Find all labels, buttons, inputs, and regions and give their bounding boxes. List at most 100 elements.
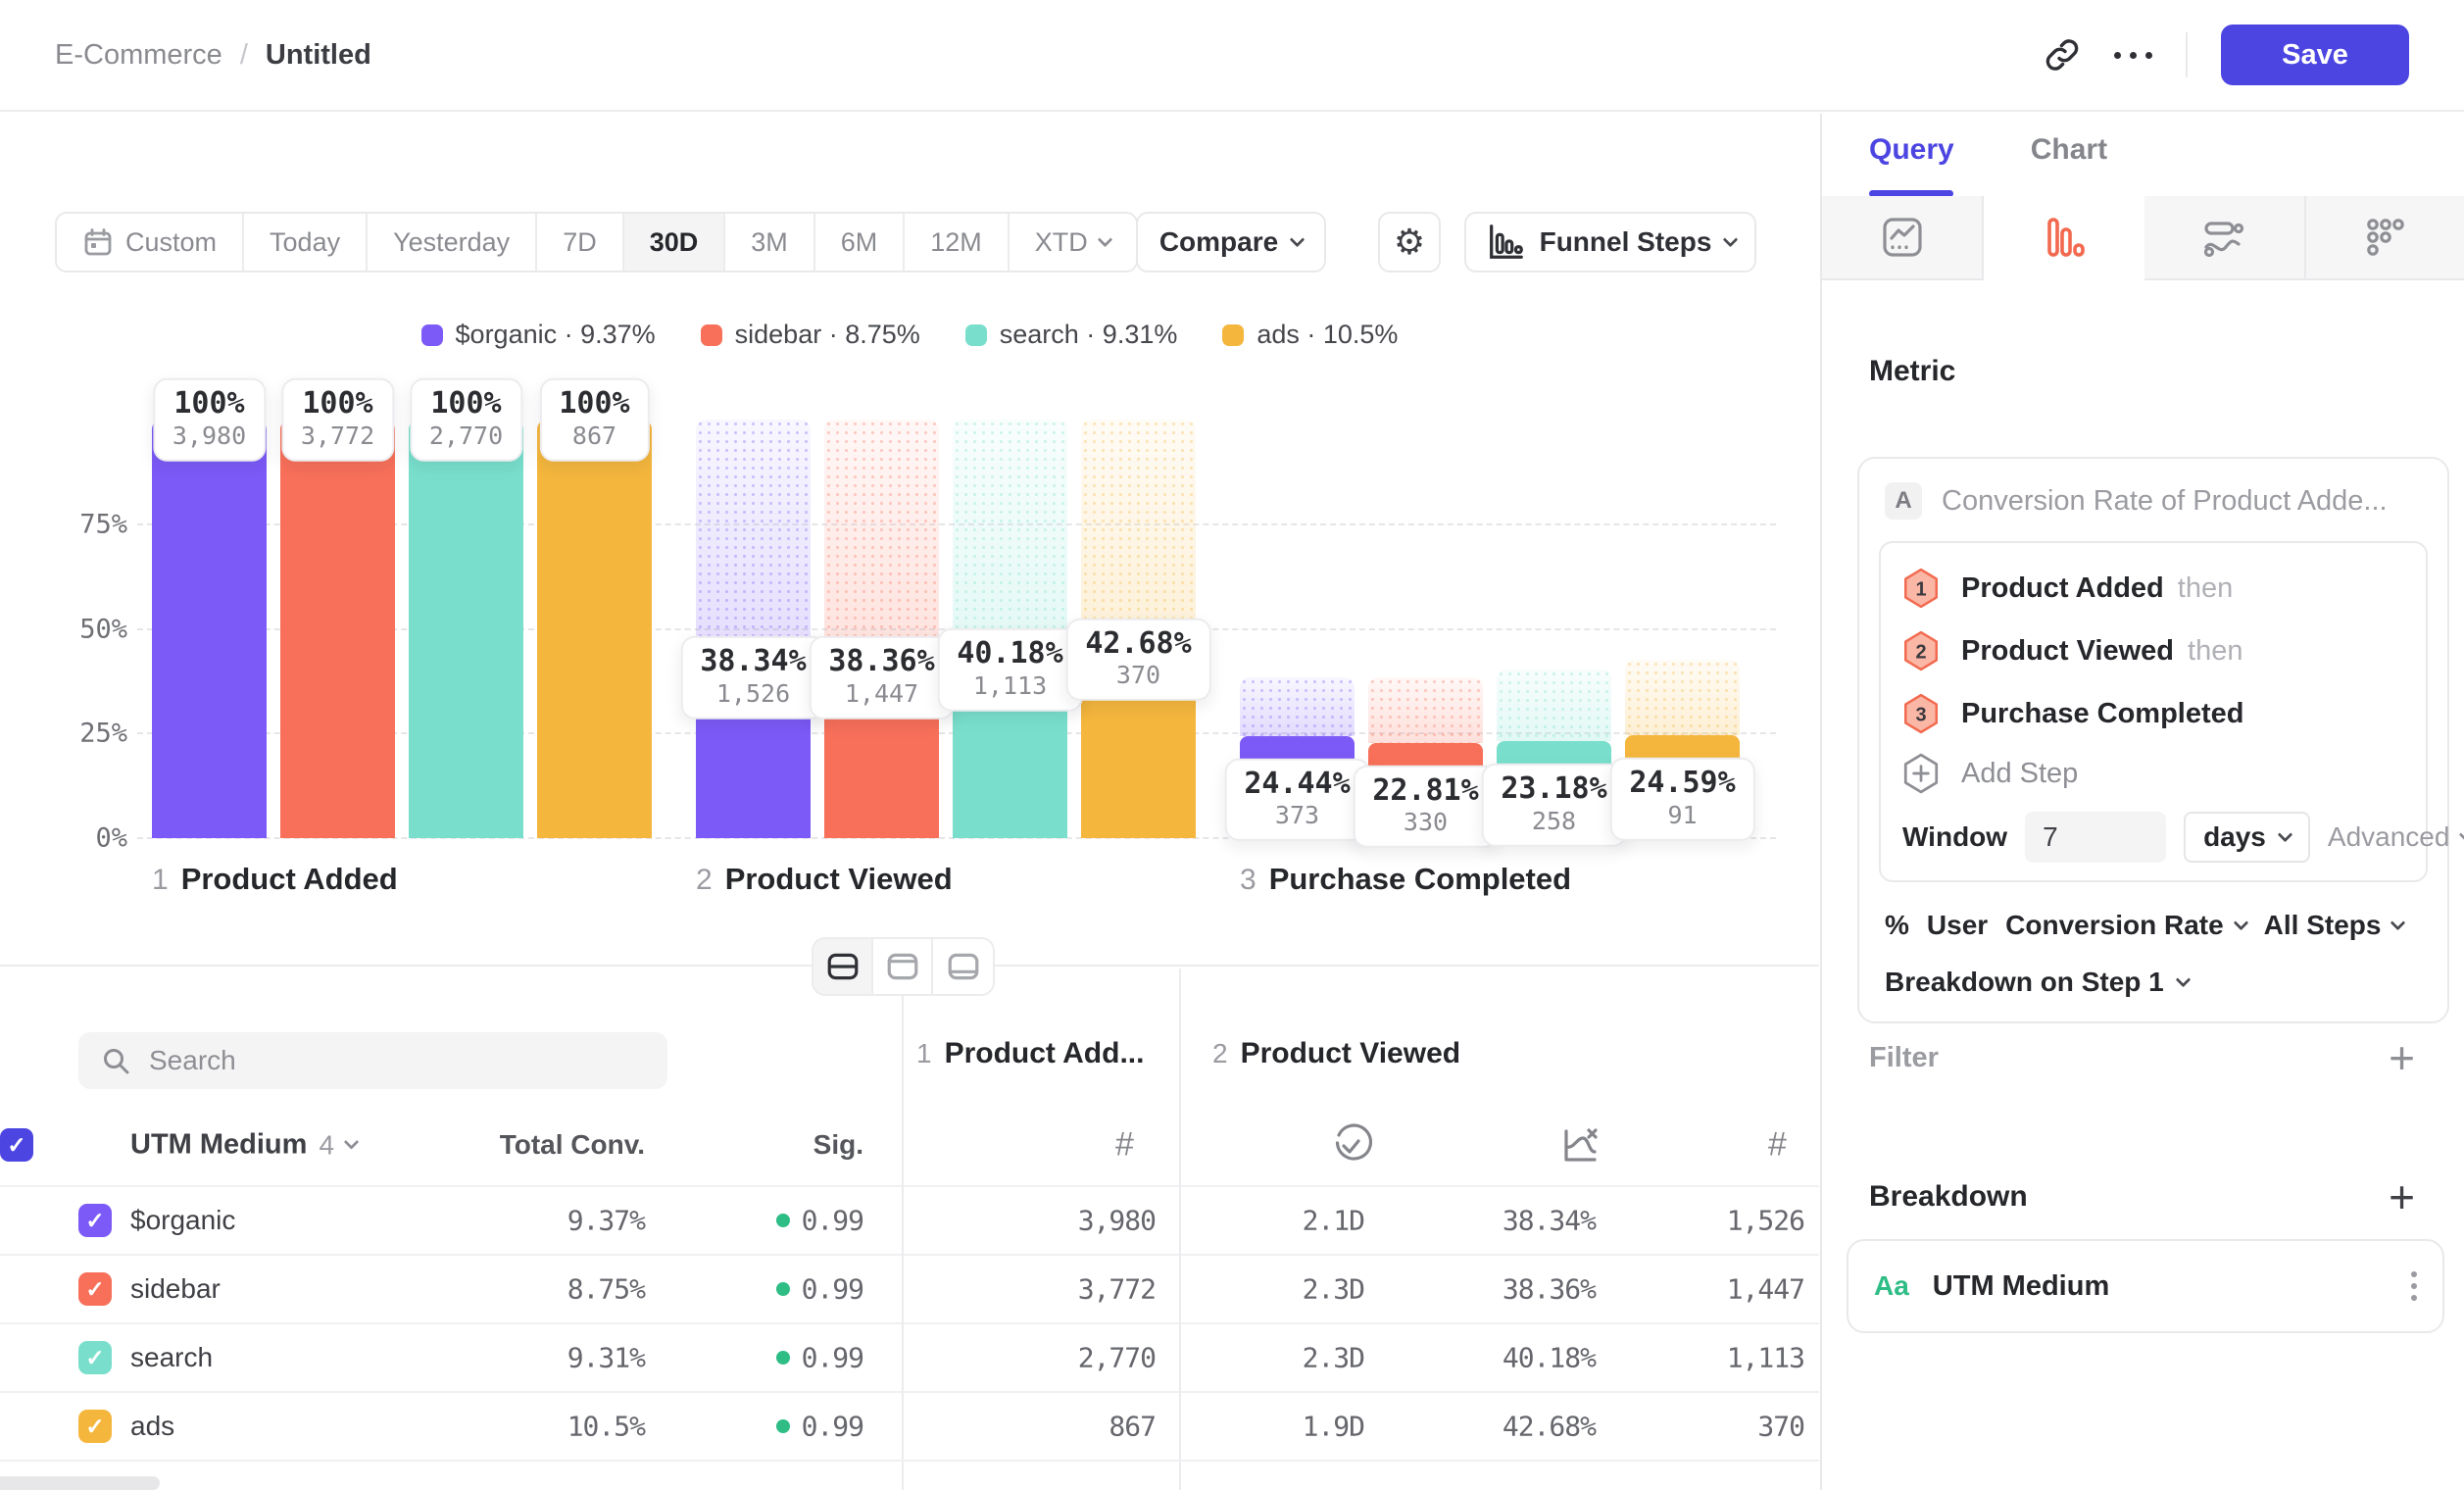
table-row[interactable]: ✓ $organic 9.37% 0.99 3,980 2.1D 38.34% … [0, 1185, 1819, 1254]
range-12m[interactable]: 12M [905, 214, 1010, 271]
conversion-window-row: Window days Advanced [1902, 812, 2404, 863]
kebab-menu-icon[interactable] [2411, 1271, 2417, 1301]
add-step-button[interactable]: Add Step [1902, 745, 2404, 802]
step-number-hexagon-icon: 1 [1902, 568, 1940, 609]
tab-flows[interactable] [2144, 196, 2306, 280]
chart-view-selector[interactable]: Funnel Steps [1464, 212, 1756, 273]
conversion-value: 42.68% [1503, 1411, 1596, 1443]
total-conv-header[interactable]: Total Conv. [500, 1129, 645, 1161]
compare-button[interactable]: Compare [1136, 212, 1326, 273]
table-row[interactable]: ✓ search 9.31% 0.99 2,770 2.3D 40.18% 1,… [0, 1322, 1819, 1391]
chevron-down-icon [344, 1134, 360, 1150]
breakdown-on-step-select[interactable]: Breakdown on Step 1 [1879, 941, 2428, 1000]
tab-chart[interactable]: Chart [2031, 133, 2107, 167]
top-header: E-Commerce / Untitled Save [0, 0, 2464, 112]
bar-value-label: 100%867 [539, 378, 649, 462]
sig-header[interactable]: Sig. [813, 1129, 863, 1161]
bar-value-label: 100%3,980 [153, 378, 266, 462]
range-3m[interactable]: 3M [725, 214, 815, 271]
measure-entity[interactable]: User [1927, 910, 1988, 941]
sig-value: 0.99 [802, 1205, 863, 1237]
breakdown-property-card[interactable]: Aa UTM Medium [1847, 1239, 2444, 1333]
tab-insights[interactable] [1822, 196, 1984, 280]
range-yesterday[interactable]: Yesterday [368, 214, 537, 271]
tab-query[interactable]: Query [1869, 133, 1954, 167]
chevron-down-icon [2278, 826, 2293, 842]
range-custom[interactable]: Custom [57, 214, 244, 271]
table-row[interactable]: ✓ sidebar 8.75% 0.99 3,772 2.3D 38.36% 1… [0, 1254, 1819, 1322]
layout-split-button[interactable] [813, 939, 873, 994]
hexagon-plus-icon [1902, 753, 1940, 794]
funnel-bar-remainder [1625, 660, 1740, 735]
svg-text:1: 1 [1915, 578, 1926, 600]
more-menu-button[interactable] [2114, 52, 2152, 59]
tab-funnel[interactable] [1984, 196, 2144, 280]
window-value-input[interactable] [2025, 812, 2166, 863]
layout-bottom-button[interactable] [933, 939, 993, 994]
range-xtd[interactable]: XTD [1010, 214, 1136, 271]
breadcrumb: E-Commerce / Untitled [55, 0, 371, 110]
measure-type-select[interactable]: Conversion Rate [2005, 910, 2246, 941]
step2-count: 1,526 [1727, 1205, 1804, 1237]
measure-scope-select[interactable]: All Steps [2264, 910, 2404, 941]
step2-count: 1,447 [1727, 1273, 1804, 1306]
row-checkbox[interactable]: ✓ [78, 1410, 112, 1443]
range-7d[interactable]: 7D [537, 214, 624, 271]
advanced-toggle[interactable]: Advanced [2328, 821, 2464, 853]
table-bottom-border [0, 1460, 1819, 1462]
layout-top-button[interactable] [873, 939, 933, 994]
row-checkbox[interactable]: ✓ [78, 1341, 112, 1374]
range-6m[interactable]: 6M [815, 214, 906, 271]
breadcrumb-current[interactable]: Untitled [266, 39, 371, 72]
breakdown-property-name: UTM Medium [1933, 1270, 2109, 1303]
significance-dot [776, 1351, 790, 1365]
row-label: $organic [130, 1205, 235, 1236]
horizontal-scrollbar[interactable] [0, 1476, 160, 1490]
avg-time-value: 1.9D [1303, 1411, 1364, 1443]
add-filter-button[interactable]: + [2389, 1035, 2415, 1080]
window-unit-select[interactable]: days [2184, 812, 2310, 863]
step2-count: 370 [1757, 1411, 1804, 1443]
funnel-bar-remainder [1368, 677, 1483, 742]
range-30d[interactable]: 30D [624, 214, 726, 271]
step1-count: 3,980 [1078, 1205, 1156, 1237]
layout-top-icon [885, 949, 920, 984]
bar-value-label: 42.68%370 [1065, 619, 1210, 702]
search-input[interactable] [149, 1045, 646, 1076]
funnel-bar [537, 420, 652, 838]
bar-value-label: 38.36%1,447 [809, 636, 954, 720]
row-checkbox[interactable]: ✓ [78, 1272, 112, 1306]
metric-name-row[interactable]: A Conversion Rate of Product Adde... [1879, 482, 2428, 541]
table-step2-column-title: 2Product Viewed [1212, 1037, 1460, 1070]
filter-title: Filter [1869, 1042, 1939, 1074]
row-checkbox[interactable]: ✓ [78, 1204, 112, 1237]
avg-time-value: 2.1D [1303, 1205, 1364, 1237]
table-header-row: ✓ UTM Medium 4 Total Conv. Sig. # # [0, 1114, 1819, 1176]
count-icon[interactable]: # [1768, 1126, 1787, 1165]
bar-value-label: 24.59%91 [1609, 758, 1754, 841]
breadcrumb-separator: / [240, 39, 248, 72]
step-number-hexagon-icon: 3 [1902, 693, 1940, 734]
count-icon[interactable]: # [1115, 1126, 1134, 1165]
breadcrumb-parent[interactable]: E-Commerce [55, 39, 222, 72]
select-all-checkbox[interactable]: ✓ [0, 1128, 33, 1162]
funnel-step-row[interactable]: 2 Product Viewedthen [1902, 620, 2404, 682]
table-row[interactable]: ✓ ads 10.5% 0.99 867 1.9D 42.68% 370 [0, 1391, 1819, 1460]
funnel-step-row[interactable]: 1 Product Addedthen [1902, 557, 2404, 620]
add-breakdown-button[interactable]: + [2389, 1174, 2415, 1219]
chevron-down-icon [2459, 826, 2464, 842]
tab-matrix[interactable] [2306, 196, 2464, 280]
chevron-down-icon [2390, 915, 2406, 930]
y-axis-tick: 25% [29, 719, 127, 749]
conversion-chart-icon[interactable] [1557, 1123, 1601, 1167]
step-axis-label: 2Product Viewed [696, 862, 953, 897]
link-icon [2044, 36, 2081, 74]
share-link-button[interactable] [2044, 36, 2081, 74]
avg-time-icon[interactable] [1329, 1123, 1372, 1167]
row-label: ads [130, 1411, 174, 1442]
funnel-step-row[interactable]: 3 Purchase Completed [1902, 682, 2404, 745]
range-today[interactable]: Today [244, 214, 368, 271]
save-button[interactable]: Save [2221, 25, 2409, 85]
settings-button[interactable]: ⚙ [1378, 212, 1441, 273]
breakdown-column-header[interactable]: UTM Medium 4 [130, 1129, 357, 1162]
